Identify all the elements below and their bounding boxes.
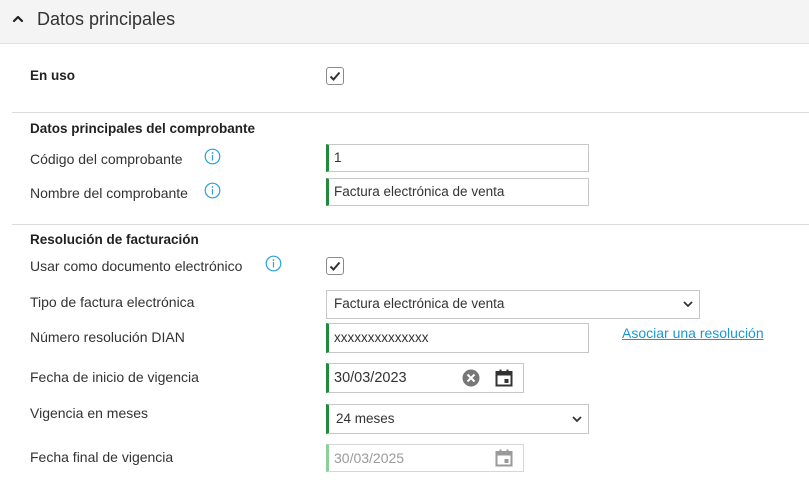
fecha-inicio-label: Fecha de inicio de vigencia [30, 369, 199, 385]
check-icon [329, 261, 341, 271]
calendar-icon [495, 449, 513, 467]
comprobante-heading: Datos principales del comprobante [30, 121, 256, 136]
chevron-down-icon [572, 416, 582, 423]
vigencia-value: 24 meses [336, 411, 395, 426]
codigo-label: Código del comprobante [30, 151, 183, 167]
check-icon [329, 71, 341, 81]
fecha-final-value: 30/03/2025 [334, 450, 405, 466]
divider [12, 112, 809, 113]
resolucion-heading: Resolución de facturación [30, 232, 199, 247]
numero-resolucion-input[interactable]: xxxxxxxxxxxxxx [326, 323, 589, 353]
numero-resolucion-label: Número resolución DIAN [30, 329, 185, 345]
en-uso-checkbox[interactable] [326, 67, 344, 85]
vigencia-label: Vigencia en meses [30, 405, 149, 421]
clear-icon[interactable] [462, 369, 480, 387]
tipo-factura-select[interactable]: Factura electrónica de venta [326, 290, 700, 319]
asociar-resolucion-link[interactable]: Asociar una resolución [622, 325, 764, 341]
nombre-input[interactable]: Factura electrónica de venta [326, 178, 589, 206]
usar-electronico-checkbox[interactable] [326, 257, 344, 275]
section-title: Datos principales [37, 9, 176, 29]
info-icon[interactable] [204, 182, 221, 199]
en-uso-label: En uso [30, 68, 76, 83]
codigo-input[interactable]: 1 [326, 144, 589, 172]
info-icon[interactable] [265, 255, 282, 272]
calendar-icon[interactable] [495, 369, 513, 387]
chevron-up-icon [12, 15, 24, 23]
tipo-factura-value: Factura electrónica de venta [334, 296, 505, 311]
fecha-inicio-value: 30/03/2023 [334, 370, 407, 386]
fecha-final-label: Fecha final de vigencia [30, 449, 174, 465]
tipo-factura-label: Tipo de factura electrónica [30, 294, 195, 310]
divider [12, 224, 809, 225]
chevron-down-icon [683, 301, 693, 308]
usar-electronico-label: Usar como documento electrónico [30, 258, 243, 274]
vigencia-select[interactable]: 24 meses [326, 404, 589, 434]
section-header[interactable]: Datos principales [0, 0, 809, 44]
nombre-label: Nombre del comprobante [30, 185, 188, 201]
info-icon[interactable] [204, 148, 221, 165]
